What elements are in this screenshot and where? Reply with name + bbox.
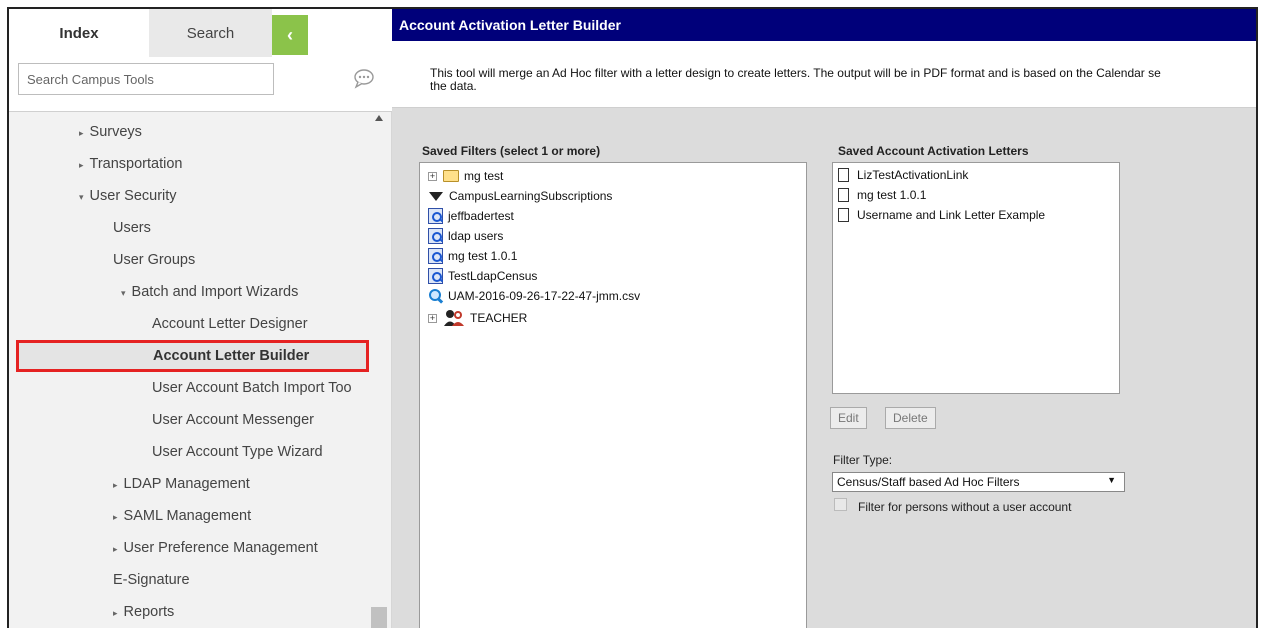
nav-item-account-letter-builder[interactable]: Account Letter Builder	[16, 340, 369, 372]
nav-item-e-signature[interactable]: E-Signature	[113, 565, 190, 595]
nav-item-batch-import-wizards[interactable]: ▾ Batch and Import Wizards	[121, 277, 298, 307]
people-icon	[444, 310, 464, 326]
nav-scrollbar[interactable]	[369, 113, 391, 628]
expand-arrow-icon: ▸	[113, 480, 118, 490]
collapse-arrow-icon: ▾	[121, 288, 126, 298]
collapse-nav-button[interactable]: ‹	[272, 15, 308, 55]
no-user-account-checkbox[interactable]	[834, 498, 847, 511]
nav-item-user-account-messenger[interactable]: User Account Messenger	[152, 405, 314, 435]
expand-arrow-icon: ▸	[79, 160, 84, 170]
filter-item[interactable]: mg test 1.0.1	[428, 246, 517, 266]
nav-item-user-account-type-wizard[interactable]: User Account Type Wizard	[152, 437, 323, 467]
funnel-icon	[429, 191, 443, 201]
expand-arrow-icon: ▸	[113, 544, 118, 554]
search-tools-input[interactable]	[18, 63, 274, 95]
app-frame: Index Search ‹ ▸Surveys ▸Transportation …	[7, 7, 1258, 628]
saved-letters-label: Saved Account Activation Letters	[838, 144, 1029, 158]
filter-item[interactable]: + TEACHER	[428, 308, 527, 328]
nav-item-user-security[interactable]: ▾ User Security	[79, 181, 177, 211]
no-user-account-label: Filter for persons without a user accoun…	[858, 500, 1072, 514]
filter-item[interactable]: jeffbadertest	[428, 206, 514, 226]
query-icon	[428, 248, 443, 264]
main-panel: Account Activation Letter Builder This t…	[392, 9, 1256, 628]
document-icon	[838, 168, 849, 182]
query-icon	[428, 268, 443, 284]
builder-content: Saved Filters (select 1 or more) + mg te…	[392, 108, 1256, 628]
edit-button[interactable]: Edit	[830, 407, 867, 429]
nav-item-reports[interactable]: ▸ Reports	[113, 597, 174, 627]
nav-item-users[interactable]: Users	[113, 213, 151, 243]
filter-item[interactable]: UAM-2016-09-26-17-22-47-jmm.csv	[428, 286, 640, 306]
nav-tabbar: Index Search ‹	[9, 9, 392, 57]
filter-item[interactable]: ldap users	[428, 226, 503, 246]
folder-icon	[443, 170, 459, 182]
magnifier-icon	[428, 288, 443, 304]
filter-type-select[interactable]: Census/Staff based Ad Hoc Filters ▼	[832, 472, 1125, 492]
dropdown-arrow-icon: ▼	[1107, 475, 1116, 485]
filter-type-label: Filter Type:	[833, 453, 893, 467]
saved-filters-list[interactable]: + mg test CampusLearningSubscriptions je…	[419, 162, 807, 628]
nav-item-user-account-batch-import[interactable]: User Account Batch Import Too	[152, 373, 352, 403]
expand-arrow-icon: ▸	[79, 128, 84, 138]
delete-button[interactable]: Delete	[885, 407, 936, 429]
nav-item-saml-management[interactable]: ▸ SAML Management	[113, 501, 251, 531]
filter-item[interactable]: TestLdapCensus	[428, 266, 537, 286]
nav-tree: ▸ Surveys ▸ Transportation ▾ User Security …	[9, 113, 369, 628]
search-row	[9, 57, 392, 112]
scroll-thumb[interactable]	[371, 607, 387, 628]
nav-item-account-letter-designer[interactable]: Account Letter Designer	[152, 309, 308, 339]
navigation-panel: Index Search ‹ ▸Surveys ▸Transportation …	[9, 9, 392, 628]
saved-letters-list[interactable]: LizTestActivationLink mg test 1.0.1 User…	[832, 162, 1120, 394]
tool-description: This tool will merge an Ad Hoc filter wi…	[392, 41, 1256, 108]
query-icon	[428, 208, 443, 224]
page-title: Account Activation Letter Builder	[392, 9, 1256, 41]
expand-arrow-icon: ▸	[113, 608, 118, 618]
nav-item-transportation[interactable]: ▸ Transportation	[79, 149, 183, 179]
document-icon	[838, 208, 849, 222]
letter-item[interactable]: mg test 1.0.1	[838, 185, 926, 205]
saved-filters-label: Saved Filters (select 1 or more)	[422, 144, 601, 158]
expand-plus-icon[interactable]: +	[428, 171, 437, 181]
query-icon	[428, 228, 443, 244]
expand-arrow-icon: ▸	[113, 512, 118, 522]
filter-item[interactable]: + mg test	[428, 166, 503, 186]
nav-item-user-preference-management[interactable]: ▸ User Preference Management	[113, 533, 318, 563]
expand-plus-icon[interactable]: +	[428, 313, 437, 323]
nav-item-surveys[interactable]: ▸ Surveys	[79, 117, 142, 147]
nav-item-ldap-management[interactable]: ▸ LDAP Management	[113, 469, 250, 499]
letter-item[interactable]: LizTestActivationLink	[838, 165, 968, 185]
tab-search[interactable]: Search	[149, 9, 272, 57]
document-icon	[838, 188, 849, 202]
chat-bubble-icon[interactable]	[353, 67, 375, 89]
nav-item-user-groups[interactable]: User Groups	[113, 245, 195, 275]
scroll-up-arrow-icon[interactable]	[375, 115, 383, 121]
letter-item[interactable]: Username and Link Letter Example	[838, 205, 1045, 225]
filter-item[interactable]: CampusLearningSubscriptions	[428, 186, 612, 206]
collapse-arrow-icon: ▾	[79, 192, 84, 202]
tab-index[interactable]: Index	[9, 9, 149, 57]
